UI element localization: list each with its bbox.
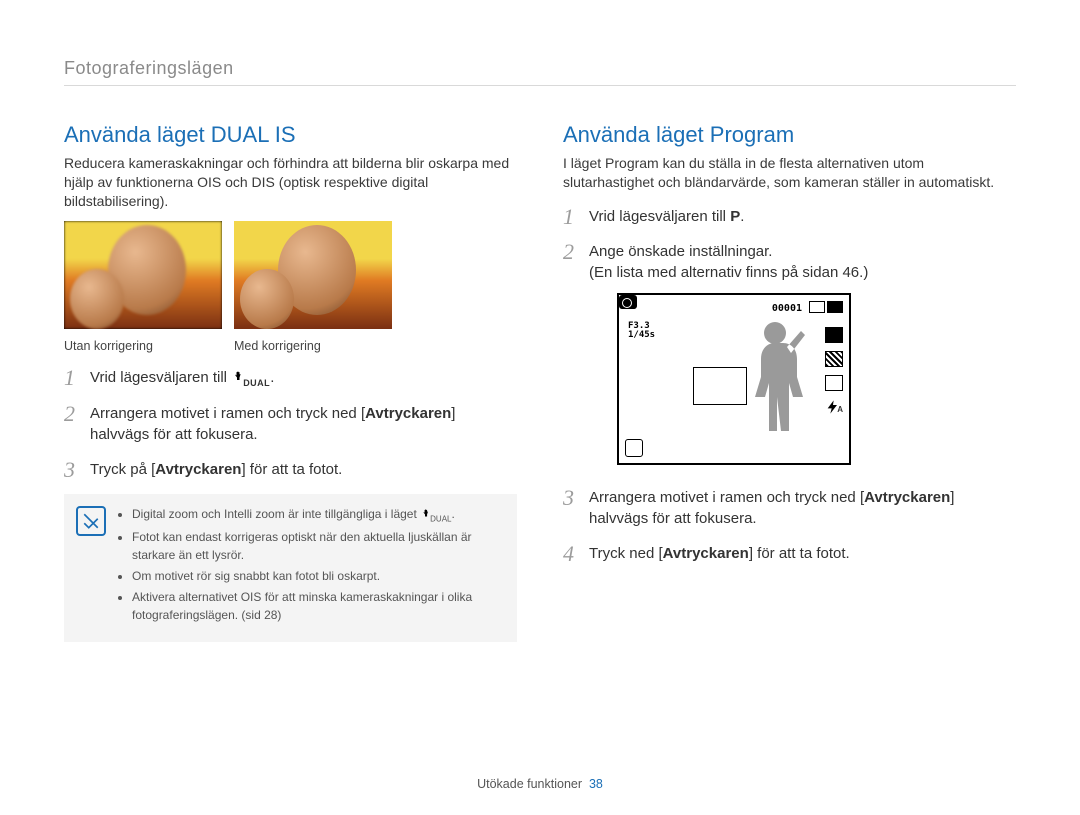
step-3: Arrangera motivet i ramen och tryck ned … [563, 487, 1016, 529]
step-text-end: . [740, 208, 744, 225]
step-text: Arrangera motivet i ramen och tryck ned … [589, 489, 864, 506]
step-2: Arrangera motivet i ramen och tryck ned … [64, 403, 517, 445]
p-mode-icon: P [730, 208, 740, 225]
shutter-label: Avtryckaren [365, 405, 451, 422]
camera-lcd: F3.31/45s 00001 A [617, 293, 851, 465]
steps-program: Vrid lägesväljaren till P. Ange önskade … [563, 206, 1016, 564]
hand-icon [231, 371, 243, 383]
af-icon [825, 375, 843, 391]
note-item: Aktivera alternativet OIS för att minska… [132, 589, 503, 624]
dual-icon: DUAL [430, 515, 451, 524]
step-2: Ange önskade inställningar. (En lista me… [563, 241, 1016, 465]
comparison-photos [64, 221, 517, 329]
af-frame [693, 367, 747, 405]
step-text: Ange önskade inställningar. [589, 243, 772, 260]
breadcrumb: Fotograferingslägen [64, 58, 1016, 86]
note-text-end: . [452, 507, 455, 521]
col-dual-is: Använda läget DUAL IS Reducera kameraska… [64, 122, 517, 642]
size-icon [825, 327, 843, 343]
note-icon [76, 506, 106, 536]
note-item: Digital zoom och Intelli zoom är inte ti… [132, 506, 503, 525]
step-text: Vrid lägesväljaren till [90, 369, 231, 386]
hand-icon [420, 509, 430, 519]
person-silhouette [743, 317, 807, 445]
intro-program: I läget Program kan du ställa in de fles… [563, 154, 1016, 192]
step-4: Tryck ned [Avtryckaren] för att ta fotot… [563, 543, 1016, 564]
step-text: Arrangera motivet i ramen och tryck ned … [90, 405, 365, 422]
shutter-label: Avtryckaren [864, 489, 950, 506]
note-list: Digital zoom och Intelli zoom är inte ti… [118, 506, 503, 628]
intro-dual-is: Reducera kameraskakningar och förhindra … [64, 154, 517, 211]
photo-before [64, 221, 222, 329]
is-icon [625, 439, 643, 457]
step-1: Vrid lägesväljaren till DUAL. [64, 367, 517, 390]
note-item: Om motivet rör sig snabbt kan fotot bli … [132, 568, 503, 585]
note-item: Fotot kan endast korrigeras optiskt när … [132, 529, 503, 564]
step-3: Tryck på [Avtryckaren] för att ta fotot. [64, 459, 517, 480]
frame-counter: 00001 [769, 301, 805, 317]
memory-icon [809, 301, 825, 313]
dual-icon: DUAL [243, 378, 270, 388]
battery-icon [827, 301, 843, 313]
step-text: Tryck på [ [90, 461, 155, 478]
step-text-end: ] för att ta fotot. [241, 461, 342, 478]
aperture-value: F3.31/45s [625, 321, 658, 341]
flash-icon: A [825, 399, 841, 413]
step-text-end: . [270, 369, 274, 386]
quality-icon [825, 351, 843, 367]
step-text-b: (En lista med alternativ finns på sidan … [589, 264, 868, 281]
photo-after [234, 221, 392, 329]
step-text-end: ] för att ta fotot. [749, 545, 850, 562]
footer-section: Utökade funktioner [477, 777, 582, 791]
shutter-label: Avtryckaren [663, 545, 749, 562]
step-1: Vrid lägesväljaren till P. [563, 206, 1016, 227]
step-text: Vrid lägesväljaren till [589, 208, 730, 225]
step-text: Tryck ned [ [589, 545, 663, 562]
heading-dual-is: Använda läget DUAL IS [64, 122, 517, 148]
caption-after: Med korrigering [234, 339, 392, 353]
note-box: Digital zoom och Intelli zoom är inte ti… [64, 494, 517, 642]
page-footer: Utökade funktioner 38 [0, 777, 1080, 791]
note-text: Digital zoom och Intelli zoom är inte ti… [132, 507, 420, 521]
shutter-label: Avtryckaren [155, 461, 241, 478]
caption-before: Utan korrigering [64, 339, 222, 353]
mode-icon [619, 295, 637, 309]
steps-dual-is: Vrid lägesväljaren till DUAL. Arrangera … [64, 367, 517, 481]
col-program: Använda läget Program I läget Program ka… [563, 122, 1016, 642]
page-number: 38 [589, 777, 603, 791]
heading-program: Använda läget Program [563, 122, 1016, 148]
